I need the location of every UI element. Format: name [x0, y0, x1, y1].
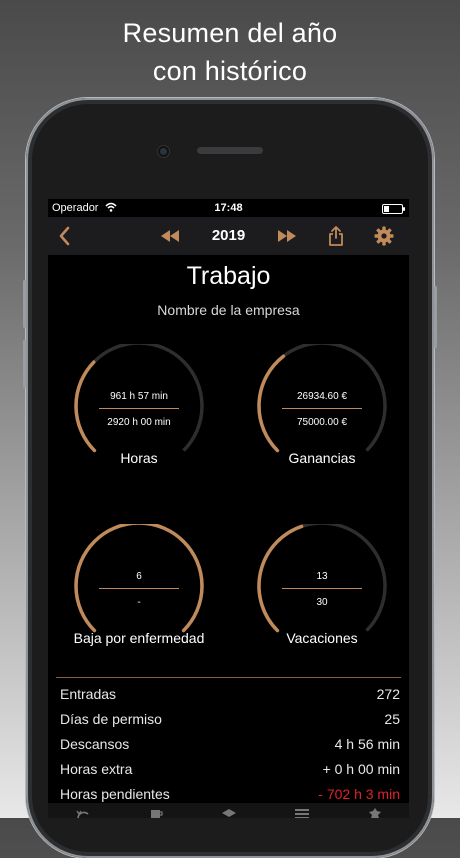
coffee-icon[interactable]: [148, 806, 164, 818]
gauge-progress-arc: [257, 354, 286, 453]
phone-side-button: [434, 286, 437, 348]
vacations-value: 13: [316, 571, 328, 582]
page-title: Trabajo: [186, 262, 271, 290]
stat-value: 25: [384, 711, 400, 727]
year-label: 2019: [211, 227, 246, 244]
headline-line-2: con histórico: [152, 56, 308, 86]
stat-label: Horas extra: [60, 761, 133, 777]
nav-bar: 2019: [48, 217, 409, 255]
stat-value: 272: [376, 686, 400, 702]
gauge-sick-leave: 6 - Baja por enfermedad: [64, 524, 214, 654]
earnings-label: Ganancias: [288, 450, 356, 466]
share-icon[interactable]: [327, 225, 345, 247]
sick-leave-divider: [99, 588, 179, 589]
promo-headline: Resumen del año con histórico: [0, 14, 460, 90]
earnings-total: 75000.00 €: [296, 417, 348, 428]
vacations-divider: [282, 588, 362, 589]
sick-leave-total: -: [137, 597, 141, 608]
stat-label: Entradas: [60, 686, 117, 702]
hours-value: 961 h 57 min: [110, 391, 168, 402]
status-time: 17:48: [214, 202, 243, 214]
earpiece-speaker: [197, 147, 263, 154]
hours-label: Horas: [120, 450, 158, 466]
hours-divider: [99, 408, 179, 409]
vacations-total: 30: [316, 597, 328, 608]
sick-leave-value: 6: [136, 571, 142, 582]
tab-bar: [48, 803, 409, 818]
earnings-divider: [282, 408, 362, 409]
status-bar: Operador 17:48: [48, 199, 409, 217]
sick-leave-label: Baja por enfermedad: [73, 630, 205, 646]
gauge-earnings: 26934.60 € 75000.00 € Ganancias: [247, 344, 397, 474]
front-camera: [158, 146, 169, 157]
phone-volume-up-button: [23, 280, 26, 328]
layers-icon[interactable]: [221, 806, 237, 818]
gauge-progress-arc: [74, 360, 97, 453]
stat-row-breaks: Descansos 4 h 56 min: [60, 732, 400, 757]
list-icon[interactable]: [294, 806, 310, 818]
stat-label: Descansos: [60, 736, 130, 752]
hours-total: 2920 h 00 min: [107, 417, 171, 428]
phone-volume-down-button: [23, 340, 26, 388]
earnings-value: 26934.60 €: [296, 391, 348, 402]
history-icon[interactable]: [75, 806, 91, 818]
stat-row-overtime: Horas extra + 0 h 00 min: [60, 757, 400, 782]
stat-row-entries: Entradas 272: [60, 682, 400, 707]
stats-list: Entradas 272 Días de permiso 25 Descanso…: [60, 682, 400, 807]
settings-tab-icon[interactable]: [367, 806, 383, 818]
stat-value: 4 h 56 min: [334, 736, 400, 752]
app-screen: Operador 17:48 2019 Trabajo Nombre de la…: [48, 199, 409, 818]
gear-icon[interactable]: [373, 225, 395, 247]
stat-value: + 0 h 00 min: [322, 761, 400, 777]
headline-line-1: Resumen del año: [122, 18, 338, 48]
fast-forward-icon[interactable]: [276, 225, 298, 247]
vacations-label: Vacaciones: [286, 630, 358, 646]
gauge-hours: 961 h 57 min 2920 h 00 min Horas: [64, 344, 214, 474]
stat-label: Días de permiso: [60, 711, 162, 727]
company-name: Nombre de la empresa: [157, 302, 300, 318]
battery-icon: [382, 204, 405, 214]
stats-divider: [56, 677, 401, 678]
gauge-vacations: 13 30 Vacaciones: [247, 524, 397, 654]
stat-row-days-off: Días de permiso 25: [60, 707, 400, 732]
